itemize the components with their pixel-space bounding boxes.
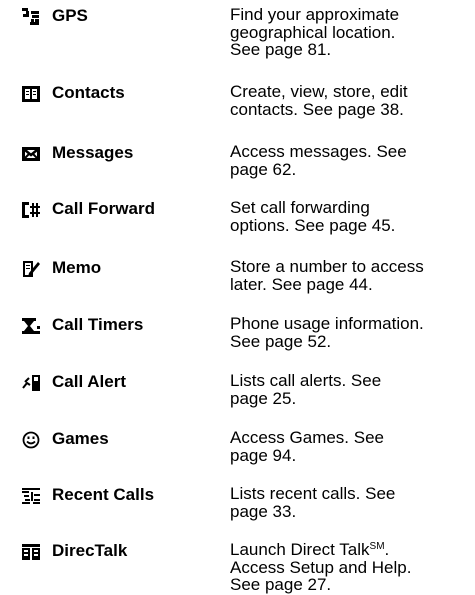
directalk-icon (22, 543, 40, 561)
smiley-face-icon (22, 431, 40, 449)
description-line: Find your approximate (230, 5, 400, 24)
description-line: Lists call alerts. See (230, 371, 382, 390)
description-line: Create, view, store, edit (230, 82, 408, 101)
description-line: Store a number to access (230, 257, 424, 276)
contacts-book-icon (22, 85, 40, 103)
description-text: Launch Direct Talk (230, 540, 370, 559)
item-description: Find your approximate geographical locat… (230, 6, 475, 59)
description-line: page 25. (230, 388, 297, 408)
item-name: Games (52, 429, 109, 448)
description-punctuation: . (384, 540, 390, 559)
item-name: Memo (52, 258, 102, 277)
item-name: Call Timers (52, 315, 144, 334)
item-name: GPS (52, 6, 88, 25)
item-name: Messages (52, 143, 134, 162)
memo-pencil-icon (22, 260, 40, 278)
description-line: later. See page 44. (230, 274, 373, 294)
call-forward-icon (22, 201, 40, 219)
description-line: Access Setup and Help. (230, 557, 412, 577)
description-line: Phone usage information. (230, 314, 424, 333)
description-line: See page 81. (230, 40, 332, 59)
call-alert-icon (22, 374, 40, 392)
description-line: geographical location. (230, 22, 396, 42)
item-description: Lists call alerts. See page 25. (230, 372, 475, 407)
item-description: Lists recent calls. See page 33. (230, 485, 475, 520)
description-line: Set call forwarding (230, 198, 370, 217)
description-line: Access messages. See (230, 142, 407, 161)
service-mark: SM (369, 541, 385, 552)
gps-icon (22, 8, 40, 26)
description-line: page 62. (230, 159, 297, 179)
description-line: page 94. (230, 445, 297, 465)
description-line: contacts. See page 38. (230, 99, 404, 119)
item-description: Create, view, store, edit contacts. See … (230, 83, 475, 118)
description-line: See page 52. (230, 331, 332, 351)
item-name: Recent Calls (52, 485, 155, 504)
item-description: Phone usage information. See page 52. (230, 315, 475, 350)
description-line: page 33. (230, 501, 297, 521)
description-line: Launch Direct TalkSM. (230, 541, 475, 559)
item-description: Launch Direct TalkSM. Access Setup and H… (230, 541, 475, 594)
hourglass-icon (22, 317, 40, 335)
item-description: Access messages. See page 62. (230, 143, 475, 178)
item-name: Call Alert (52, 372, 127, 391)
item-description: Access Games. See page 94. (230, 429, 475, 464)
recent-calls-icon (22, 487, 40, 505)
item-name: Call Forward (52, 199, 155, 218)
item-description: Store a number to access later. See page… (230, 258, 475, 293)
item-name: Contacts (52, 83, 125, 102)
envelope-icon (22, 145, 40, 163)
item-description: Set call forwarding options. See page 45… (230, 199, 475, 234)
description-line: Access Games. See (230, 428, 385, 447)
description-line: See page 27. (230, 575, 332, 594)
item-name: DirecTalk (52, 541, 128, 560)
description-line: Lists recent calls. See (230, 484, 396, 503)
description-line: options. See page 45. (230, 215, 396, 235)
